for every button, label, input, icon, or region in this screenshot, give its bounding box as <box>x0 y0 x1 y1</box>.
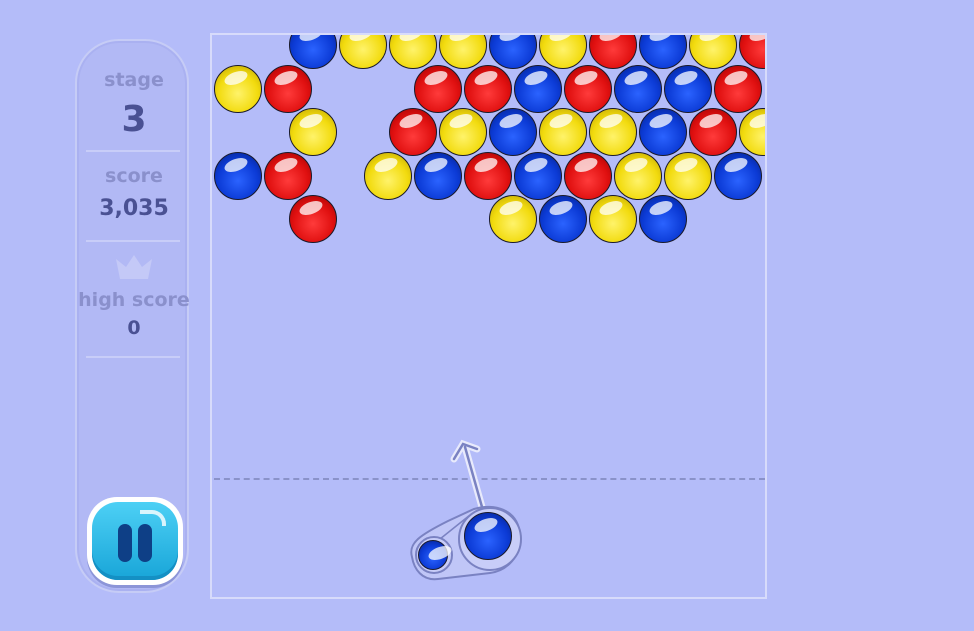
yellow-bubble <box>389 35 437 69</box>
yellow-bubble <box>339 35 387 69</box>
yellow-bubble <box>739 108 765 156</box>
stage-label: stage <box>104 69 164 91</box>
red-bubble <box>589 35 637 69</box>
divider <box>86 150 180 152</box>
red-bubble <box>264 151 312 200</box>
pause-icon <box>92 502 178 580</box>
yellow-bubble <box>664 151 712 200</box>
blue-bubble <box>489 35 537 69</box>
yellow-bubble <box>614 151 662 200</box>
red-bubble <box>714 64 762 113</box>
yellow-bubble <box>439 35 487 69</box>
score-value: 3,035 <box>99 196 169 221</box>
red-bubble <box>389 108 437 156</box>
sidebar-panel: stage 3 score 3,035 high score 0 <box>75 39 190 593</box>
aim-arrow-icon <box>452 442 484 509</box>
red-bubble <box>739 35 765 69</box>
yellow-bubble <box>439 108 487 156</box>
blue-bubble <box>639 108 687 156</box>
red-bubble <box>264 64 312 113</box>
game-screen: stage 3 score 3,035 high score 0 <box>0 0 974 631</box>
red-bubble <box>414 64 462 113</box>
yellow-bubble <box>539 35 587 69</box>
play-field[interactable] <box>210 33 767 599</box>
blue-bubble <box>414 151 462 200</box>
yellow-bubble <box>589 108 637 156</box>
red-bubble <box>564 64 612 113</box>
blue-bubble <box>614 64 662 113</box>
blue-bubble <box>639 195 687 243</box>
yellow-bubble <box>214 64 262 113</box>
deadline-line <box>214 478 765 480</box>
crown-icon <box>116 255 152 279</box>
high-score-value: 0 <box>127 317 141 339</box>
red-bubble <box>689 108 737 156</box>
blue-bubble <box>714 151 762 200</box>
red-bubble <box>564 151 612 200</box>
red-bubble <box>289 195 337 243</box>
red-bubble <box>464 64 512 113</box>
blue-bubble <box>664 64 712 113</box>
blue-bubble <box>489 108 537 156</box>
pause-bar-left <box>118 524 132 562</box>
red-bubble <box>464 151 512 200</box>
pause-button[interactable] <box>87 497 183 585</box>
pause-bar-right <box>138 524 152 562</box>
yellow-bubble <box>364 151 412 200</box>
blue-bubble <box>514 64 562 113</box>
blue-bubble <box>514 151 562 200</box>
current-bubble <box>464 512 512 560</box>
yellow-bubble <box>289 108 337 156</box>
yellow-bubble <box>539 108 587 156</box>
yellow-bubble <box>589 195 637 243</box>
next-bubble <box>418 540 448 570</box>
aim-arrow-icon <box>450 439 486 511</box>
blue-bubble <box>639 35 687 69</box>
divider <box>86 240 180 242</box>
score-label: score <box>105 165 163 187</box>
blue-bubble <box>539 195 587 243</box>
blue-bubble <box>214 151 262 200</box>
yellow-bubble <box>689 35 737 69</box>
stage-value: 3 <box>121 99 147 140</box>
divider <box>86 356 180 358</box>
high-score-label: high score <box>78 289 190 311</box>
blue-bubble <box>289 35 337 69</box>
yellow-bubble <box>489 195 537 243</box>
